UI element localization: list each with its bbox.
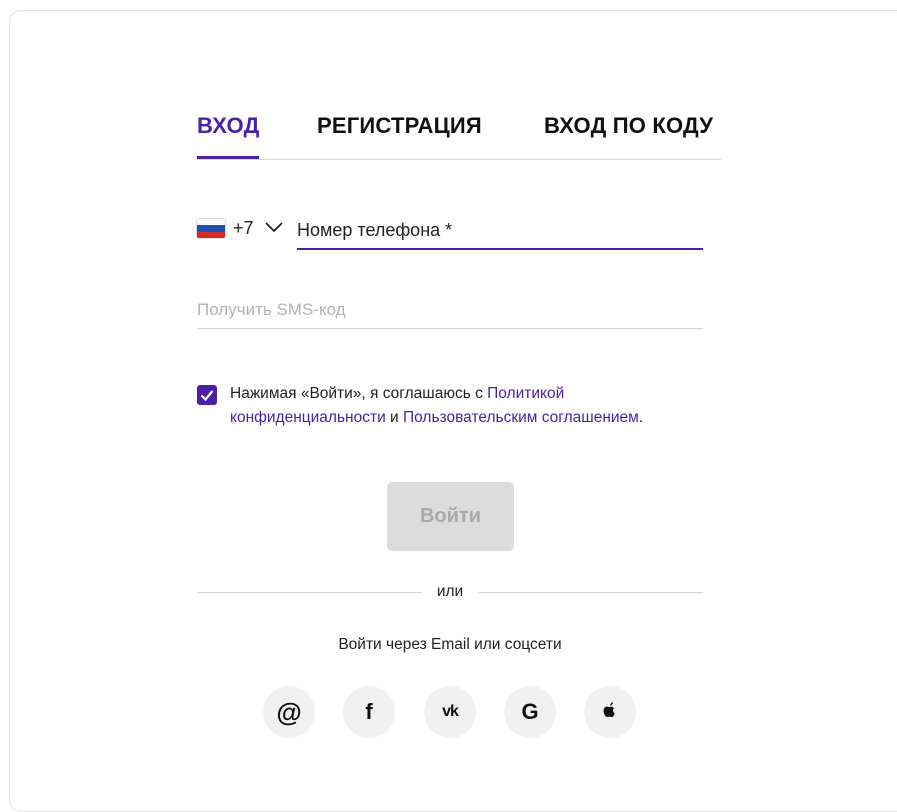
agreement-prefix: Нажимая «Войти», я соглашаюсь с <box>230 385 488 402</box>
tab-login[interactable]: ВХОД <box>197 112 260 159</box>
google-login-button[interactable]: G <box>504 686 556 738</box>
facebook-login-button[interactable]: f <box>343 686 395 738</box>
agreement-and: и <box>385 409 404 426</box>
or-divider: или <box>197 582 703 602</box>
chevron-down-icon[interactable] <box>263 220 285 234</box>
terms-link[interactable]: Пользовательским соглашением <box>403 409 639 426</box>
tab-login-label: ВХОД <box>197 113 260 138</box>
tab-code-login-label: ВХОД ПО КОДУ <box>544 113 714 138</box>
agreement-checkbox[interactable] <box>197 385 217 405</box>
russia-flag-icon[interactable] <box>197 219 225 238</box>
checkmark-icon <box>200 390 214 402</box>
vk-icon: vk <box>442 703 459 720</box>
social-caption: Войти через Email или соцсети <box>338 636 562 653</box>
google-icon: G <box>521 699 539 724</box>
agreement-text: Нажимая «Войти», я соглашаюсь с Политико… <box>230 382 660 430</box>
agreement-suffix: . <box>638 409 644 426</box>
vk-login-button[interactable]: vk <box>424 686 476 738</box>
facebook-icon: f <box>365 699 373 724</box>
login-button[interactable]: Войти <box>387 482 514 551</box>
tab-register[interactable]: РЕГИСТРАЦИЯ <box>317 112 482 140</box>
apple-login-button[interactable] <box>584 686 636 738</box>
active-tab-underline <box>197 156 260 159</box>
auth-tabs: ВХОД РЕГИСТРАЦИЯ ВХОД ПО КОДУ <box>197 112 721 160</box>
divider-line-left <box>197 592 422 593</box>
sms-code-input[interactable] <box>197 292 703 329</box>
apple-icon <box>603 701 615 717</box>
email-icon: @ <box>276 696 302 727</box>
divider-text: или <box>436 583 464 600</box>
divider-line-right <box>478 592 703 593</box>
phone-row: +7 <box>197 212 703 250</box>
country-code[interactable]: +7 <box>233 216 254 240</box>
tab-code-login[interactable]: ВХОД ПО КОДУ <box>544 112 713 140</box>
phone-input[interactable] <box>297 212 703 250</box>
email-login-button[interactable]: @ <box>263 686 315 738</box>
tab-register-label: РЕГИСТРАЦИЯ <box>317 113 482 138</box>
